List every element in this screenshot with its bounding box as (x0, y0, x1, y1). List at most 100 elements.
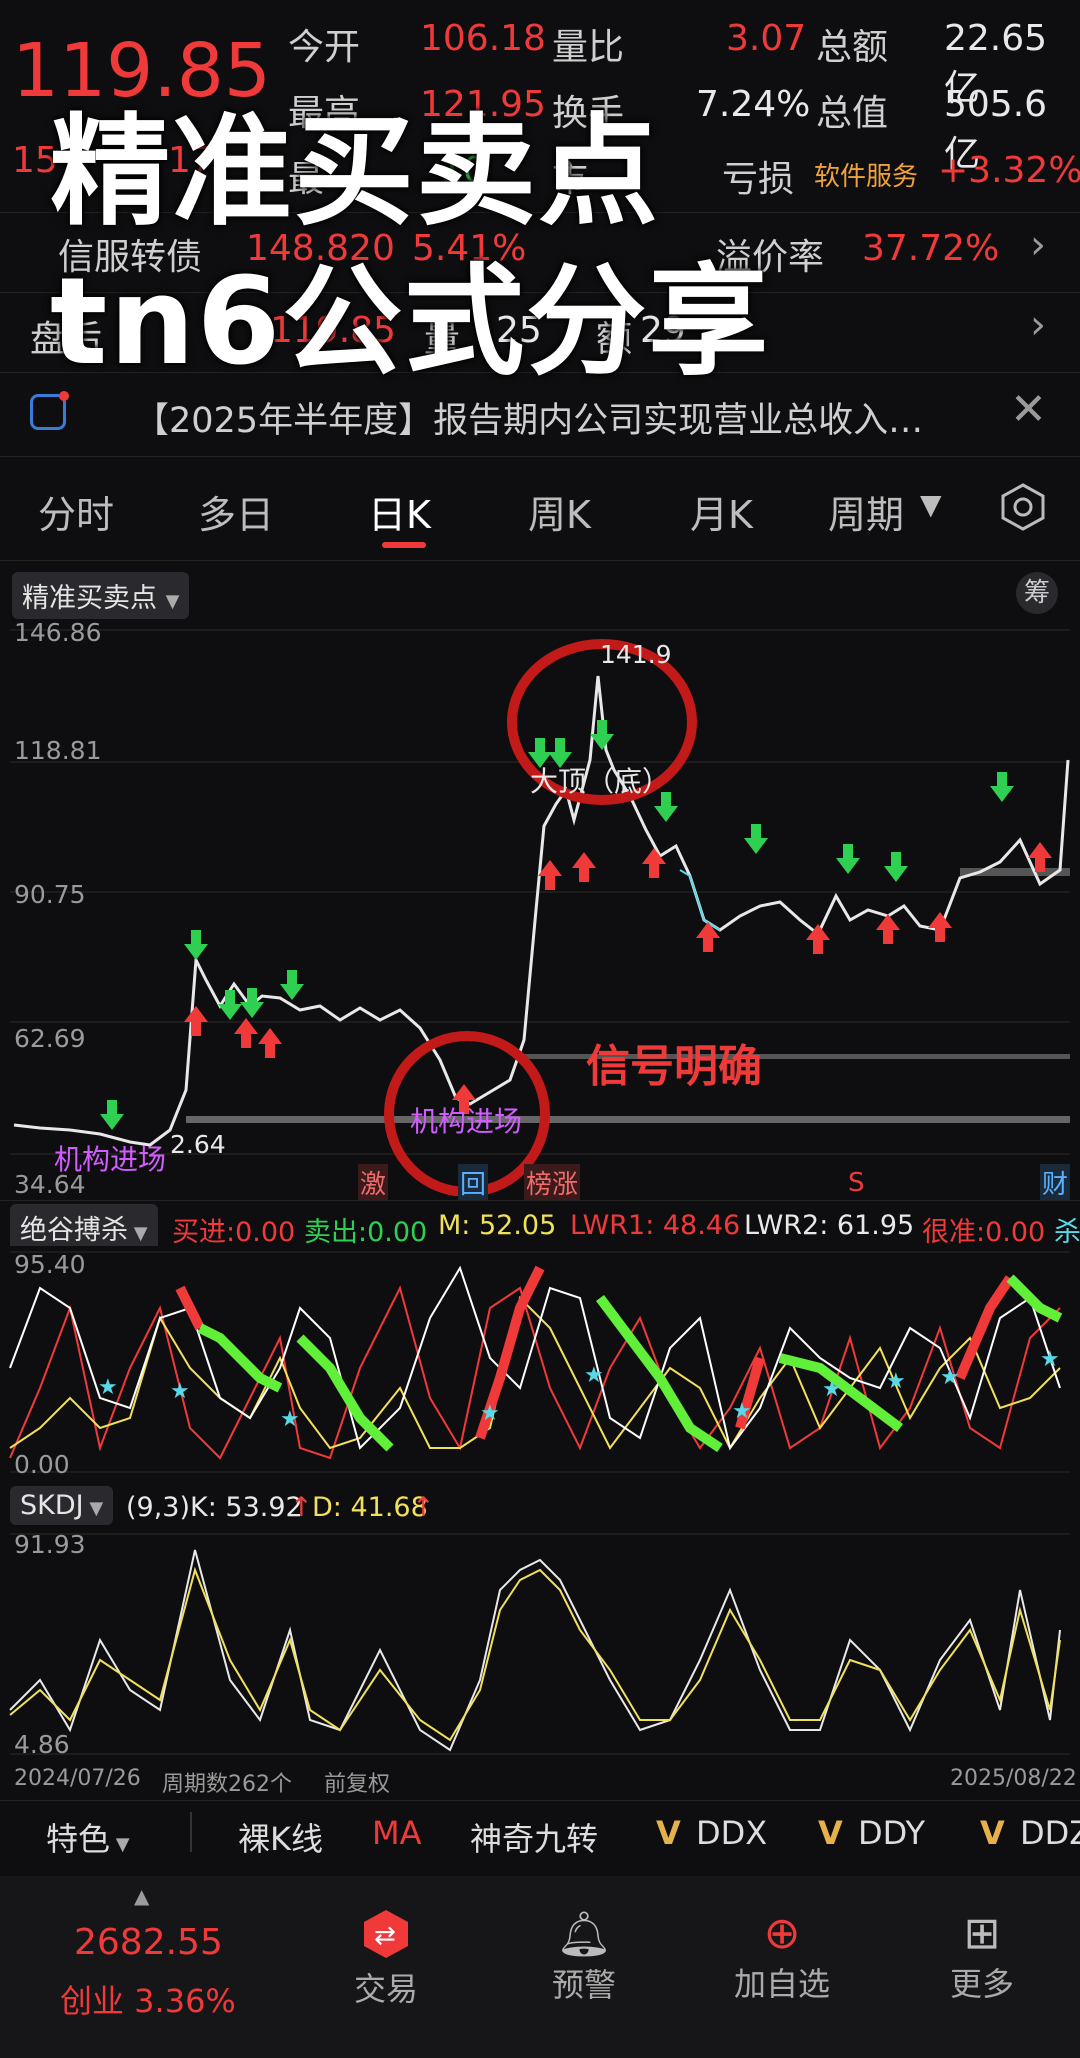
volume-ratio-value: 3.07 (726, 18, 807, 59)
ind1-sha: 杀 (1054, 1217, 1080, 1246)
turnover-amount-label: 总额 (816, 27, 889, 68)
close-icon[interactable]: ✕ (1010, 384, 1047, 435)
grid-icon: ⊞ (963, 1908, 1001, 1959)
axis-period-count: 周期数262个 (162, 1772, 292, 1797)
toolbar-ddz[interactable]: DDZ (1020, 1814, 1080, 1852)
caret-up-icon: ▲ (134, 1884, 150, 1908)
sell-arrow-icon (280, 970, 304, 1000)
index-value[interactable]: 2682.55 (74, 1922, 223, 1963)
tab-intraday[interactable]: 分时 (38, 484, 114, 539)
period-tabs: 分时 多日 日K 周K 月K 周期 ▼ (0, 458, 1080, 558)
ind2-bottom-tick: 4.86 (14, 1730, 70, 1759)
toolbar-ddy[interactable]: DDY (858, 1814, 925, 1852)
toolbar-magic-nine[interactable]: 神奇九转 (470, 1814, 598, 1860)
sell-arrow-icon (990, 772, 1014, 802)
indicator-toolbar: 特色 ▼ 裸K线 MA 神奇九转 V DDX V DDY V DDZ (0, 1802, 1080, 1866)
special-dropdown[interactable]: 特色 ▼ (46, 1814, 130, 1860)
sell-arrow-icon (100, 1100, 124, 1130)
overlay-title-2: tn6公式分享 (50, 253, 771, 392)
signal-annotation: 信号明确 (586, 1041, 762, 1092)
svg-text:★: ★ (940, 1365, 960, 1390)
overlay-title-1: 精准买卖点 (50, 103, 660, 242)
ind2-top-tick: 91.93 (14, 1530, 86, 1559)
tab-monthly-k[interactable]: 月K (690, 484, 753, 539)
tab-period[interactable]: 周期 (828, 484, 904, 539)
industry-name[interactable]: 软件服务 (814, 156, 918, 193)
vip-icon: V (980, 1814, 1005, 1852)
axis-end-date: 2025/08/22 (950, 1766, 1077, 1791)
indicator1-name: 绝谷搏杀 (20, 1215, 128, 1246)
nav-more[interactable]: ⊞ 更多 (922, 1908, 1042, 2005)
high-price-label: 141.9 (600, 640, 672, 669)
sell-arrow-icon (240, 988, 264, 1018)
toolbar-ma[interactable]: MA (372, 1814, 422, 1852)
sell-arrow-icon (836, 844, 860, 874)
vip-icon: V (818, 1814, 843, 1852)
nav-add-watchlist[interactable]: ⊕ 加自选 (722, 1908, 842, 2005)
nav-trade-label: 交易 (353, 1970, 418, 2008)
last-price: 119.85 (12, 28, 271, 114)
indicator1-selector[interactable]: 绝谷搏杀 ▼ (10, 1204, 158, 1246)
institution-entry-label-1: 机构进场 (54, 1143, 167, 1176)
axis-start-date: 2024/07/26 (14, 1766, 141, 1791)
buy-arrow-icon (876, 914, 900, 944)
nav-trade[interactable]: ⇄ 交易 (326, 1908, 446, 2010)
sell-arrow-icon (218, 990, 242, 1020)
nav-alert[interactable]: 🔔︎ 预警 (524, 1908, 644, 2006)
volume-ratio-label: 量比 (552, 27, 625, 68)
vip-icon: V (656, 1814, 681, 1852)
turnover-rate-value: 7.24% (696, 84, 811, 125)
ind1-lwr1: LWR1: 48.46 (570, 1210, 741, 1241)
pe-loss-label: 亏损 (722, 159, 795, 200)
y-tick-3: 90.75 (14, 880, 86, 909)
ind1-lwr2: LWR2: 61.95 (744, 1210, 915, 1241)
svg-text:★: ★ (1040, 1347, 1060, 1372)
event-marker-s[interactable]: S (848, 1168, 865, 1198)
svg-text:★: ★ (822, 1377, 842, 1402)
svg-text:⇄: ⇄ (374, 1921, 396, 1951)
ind2-d-arrow: ↑ (412, 1492, 435, 1523)
nav-more-label: 更多 (949, 1965, 1014, 2003)
ind1-top-tick: 95.40 (14, 1250, 86, 1279)
time-axis: 2024/07/26 周期数262个 前复权 2025/08/22 (0, 1762, 1080, 1798)
ind2-d: D: 41.68 (312, 1492, 428, 1523)
event-marker-bangzhang[interactable]: 榜涨 (524, 1164, 581, 1201)
chevron-down-icon: ▼ (110, 1834, 130, 1855)
main-kline-chart[interactable] (0, 610, 1080, 1196)
indicator1-chart[interactable]: ★ ★ ★ ★ ★ ★ ★ ★ ★ ★ (0, 1248, 1080, 1480)
tab-weekly-k[interactable]: 周K (528, 484, 591, 539)
tab-multi-day[interactable]: 多日 (198, 484, 274, 539)
premium-value: 37.72% (862, 228, 1000, 269)
bell-icon: 🔔︎ (556, 1909, 612, 1960)
buy-arrow-icon (258, 1028, 282, 1058)
market-cap-label: 总值 (816, 93, 889, 134)
active-tab-indicator (382, 542, 426, 548)
y-tick-1: 146.86 (14, 618, 102, 647)
toolbar-ddx[interactable]: DDX (696, 1814, 767, 1852)
index-name-change[interactable]: 创业 3.36% (60, 1976, 236, 2022)
ind1-sell: 卖出:0.00 (304, 1217, 428, 1246)
y-tick-4: 62.69 (14, 1024, 86, 1053)
ind2-k: K: 53.92 (190, 1492, 303, 1523)
event-marker-ji[interactable]: 激 (358, 1164, 389, 1201)
buy-arrow-icon (642, 848, 666, 878)
ind2-params: (9,3) (126, 1492, 191, 1523)
event-marker-cai[interactable]: 财 (1040, 1164, 1071, 1201)
indicator2-name: SKDJ (20, 1490, 84, 1521)
top-annotation: 大顶（底） (530, 765, 671, 798)
chip-distribution-button[interactable]: 筹 (1016, 572, 1058, 614)
tab-daily-k[interactable]: 日K (368, 484, 431, 539)
event-marker-hui[interactable]: 回 (458, 1164, 489, 1201)
indicator2-selector[interactable]: SKDJ ▼ (10, 1486, 114, 1525)
toolbar-divider (190, 1812, 192, 1852)
open-value: 106.18 (420, 18, 546, 59)
indicator2-chart[interactable] (0, 1530, 1080, 1762)
bell-icon (30, 391, 69, 430)
toolbar-naked-k[interactable]: 裸K线 (238, 1814, 323, 1860)
sell-arrow-icon (884, 852, 908, 882)
industry-change: +3.32% (938, 150, 1080, 191)
axis-adjust-mode[interactable]: 前复权 (324, 1766, 390, 1798)
chevron-down-icon: ▼ (128, 1223, 148, 1244)
chevron-down-icon: ▼ (83, 1498, 104, 1519)
settings-hexagon-icon[interactable] (998, 482, 1048, 532)
